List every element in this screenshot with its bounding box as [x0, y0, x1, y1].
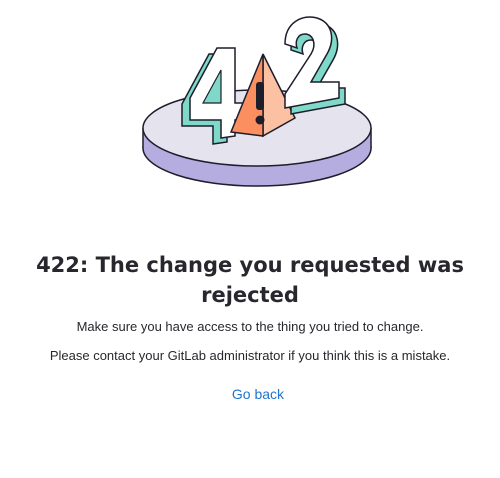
digit-2-icon	[284, 16, 346, 115]
error-title: 422: The change you requested was reject…	[36, 253, 464, 307]
contact-admin-message: Please contact your GitLab administrator…	[49, 348, 451, 363]
error-422-illustration	[142, 16, 372, 187]
error-message: Make sure you have access to the thing y…	[76, 319, 424, 334]
go-back-link[interactable]: Go back	[200, 384, 316, 404]
